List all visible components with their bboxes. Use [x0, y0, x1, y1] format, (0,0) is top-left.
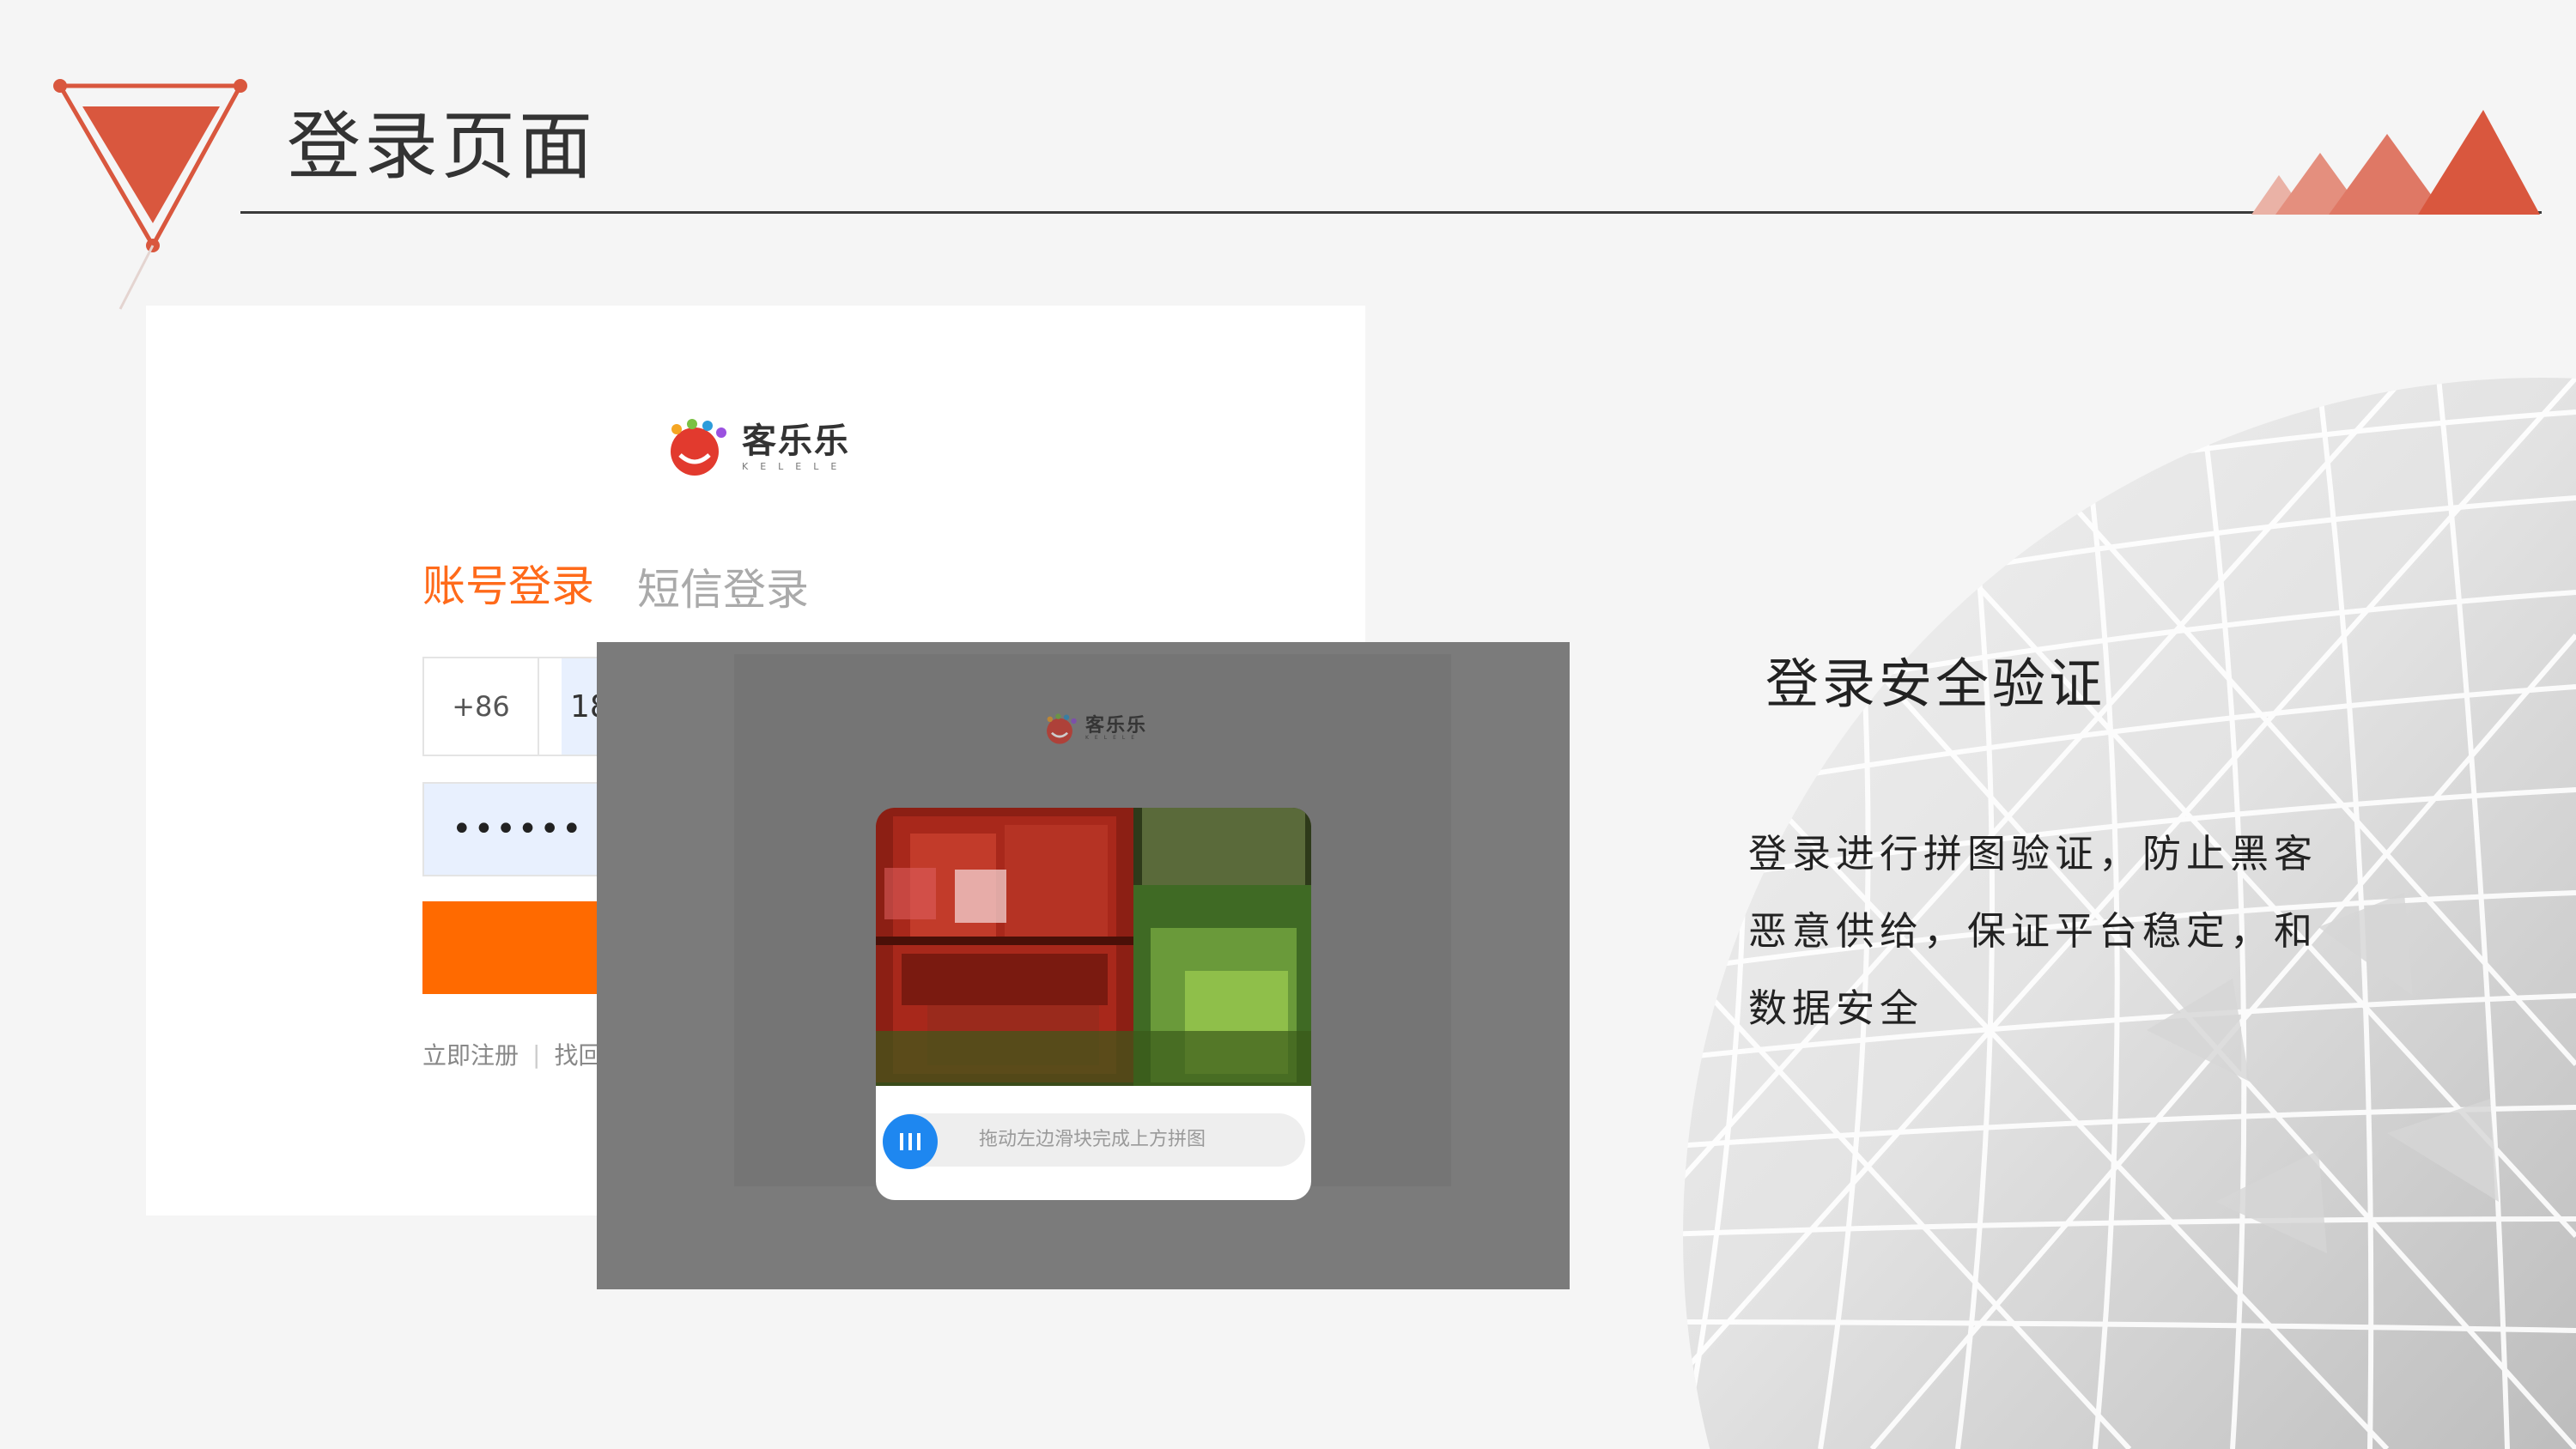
kelele-smiley-logo-icon — [671, 419, 726, 476]
link-separator: | — [532, 1040, 541, 1069]
slider-track[interactable]: 拖动左边滑块完成上方拼图 — [884, 1113, 1305, 1167]
slider-handle[interactable] — [883, 1114, 938, 1169]
register-link[interactable]: 立即注册 — [422, 1037, 519, 1071]
slider-hint: 拖动左边滑块完成上方拼图 — [979, 1129, 1206, 1150]
puzzle-image — [876, 808, 1311, 1086]
section-body: 登录进行拼图验证，防止黑客恶意供给，保证平台稳定，和数据安全 — [1748, 831, 2318, 1031]
triangle-logo-decoration — [53, 79, 247, 310]
login-links: 立即注册 | 找回 — [422, 1037, 602, 1071]
logo-text: 客乐乐 — [742, 421, 850, 461]
overlay-logo-text: 客乐乐 — [1085, 715, 1148, 737]
kelele-logo: 客乐乐 KELELE — [656, 417, 850, 477]
slide-title: 登录页面 — [287, 104, 596, 190]
captcha-modal-overlay: 客乐乐 KELELE 拖动左边滑块完成上方拼图 — [597, 642, 1570, 1289]
tab-account-login[interactable]: 账号登录 — [422, 565, 594, 608]
overlay-logo-subtext: KELELE — [1085, 735, 1140, 741]
mountains-decoration — [2251, 110, 2540, 215]
kelele-smiley-logo-icon — [1047, 713, 1077, 744]
recover-link[interactable]: 找回 — [554, 1037, 602, 1071]
captcha-dialog: 拖动左边滑块完成上方拼图 — [876, 808, 1311, 1200]
logo-subtext: KELELE — [742, 460, 849, 472]
overlay-kelele-logo: 客乐乐 KELELE — [1039, 712, 1147, 745]
puzzle-piece[interactable] — [884, 868, 936, 919]
section-heading: 登录安全验证 — [1765, 652, 2106, 715]
header-divider — [240, 211, 2542, 214]
puzzle-target-slot — [955, 870, 1006, 923]
three-bars-icon — [900, 1133, 920, 1150]
tab-sms-login[interactable]: 短信登录 — [637, 568, 809, 611]
country-code-select[interactable]: +86 — [424, 658, 539, 755]
